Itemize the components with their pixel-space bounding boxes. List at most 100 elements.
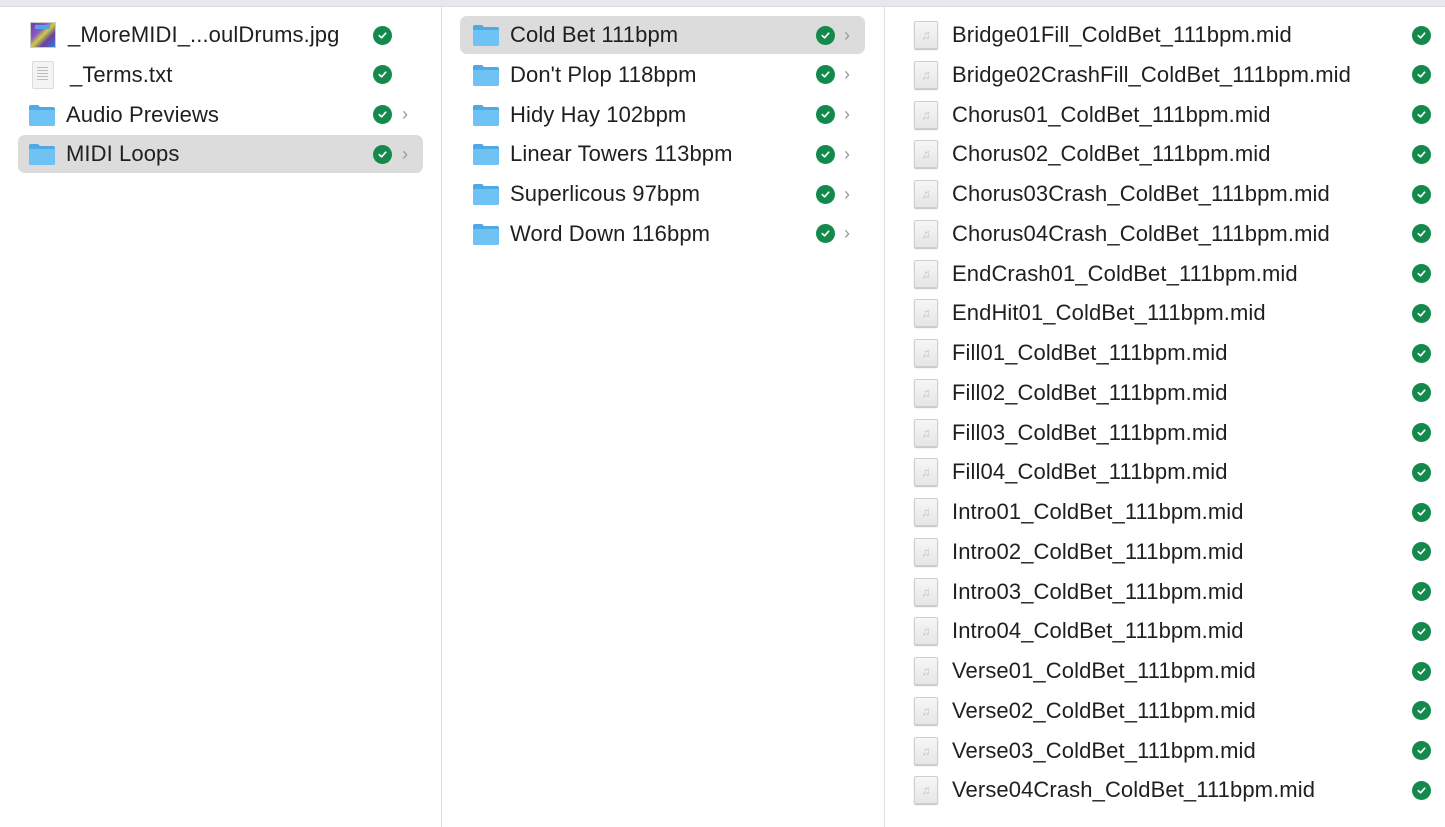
item-name: Superlicous 97bpm <box>510 181 701 206</box>
midi-file-icon: ♫ <box>914 736 938 765</box>
item-name: _Terms.txt <box>70 61 173 87</box>
chevron-right-icon: › <box>844 223 850 244</box>
sync-status-icon <box>373 25 392 45</box>
sync-status-icon <box>1412 65 1431 85</box>
folder-item[interactable]: Hidy Hay 102bpm › <box>460 96 865 134</box>
sync-status-icon <box>373 144 392 164</box>
file-item[interactable]: ♫ Fill02_ColdBet_111bpm.mid <box>903 374 1443 412</box>
sync-status-icon <box>816 105 835 124</box>
file-item[interactable]: ♫ EndCrash01_ColdBet_111bpm.mid <box>903 255 1443 293</box>
sync-status-icon <box>1412 224 1431 244</box>
chevron-right-icon: › <box>402 143 408 164</box>
file-item[interactable]: ♫ Verse01_ColdBet_111bpm.mid <box>903 652 1443 690</box>
item-name: Word Down 116bpm <box>510 220 711 246</box>
folder-item[interactable]: MIDI Loops › <box>18 135 423 174</box>
file-item[interactable]: ♫ Chorus03Crash_ColdBet_111bpm.mid <box>903 175 1443 213</box>
file-item[interactable]: ♫ Intro01_ColdBet_111bpm.mid <box>903 493 1443 531</box>
midi-file-icon: ♫ <box>914 657 938 685</box>
browser-column-3: ♫ Bridge01Fill_ColdBet_111bpm.mid ♫ Bridge0… <box>885 7 1445 827</box>
midi-file-icon: ♫ <box>914 498 938 526</box>
item-name: Audio Previews <box>66 101 220 127</box>
file-item[interactable]: ♫ Intro02_ColdBet_111bpm.mid <box>903 533 1443 571</box>
folder-icon <box>472 23 499 47</box>
item-name: EndHit01_ColdBet_111bpm.mid <box>952 300 1266 326</box>
file-item[interactable]: ♫ Fill04_ColdBet_111bpm.mid <box>903 453 1443 491</box>
midi-file-icon: ♫ <box>914 378 938 407</box>
item-name: Verse01_ColdBet_111bpm.mid <box>952 658 1256 683</box>
item-name: Intro02_ColdBet_111bpm.mid <box>952 538 1244 564</box>
item-name: Fill04_ColdBet_111bpm.mid <box>952 459 1228 485</box>
folder-item[interactable]: Audio Previews › <box>18 96 423 134</box>
midi-file-icon: ♫ <box>914 418 938 447</box>
folder-icon <box>472 103 499 127</box>
file-item[interactable]: ♫ Fill03_ColdBet_111bpm.mid <box>903 414 1443 452</box>
browser-column-2: Cold Bet 111bpm › Don't Plop 118bpm › Hidy H… <box>442 7 885 827</box>
sync-status-icon <box>1412 144 1431 164</box>
file-item[interactable]: ♫ Chorus02_ColdBet_111bpm.mid <box>903 135 1443 173</box>
window-top-edge <box>0 0 1445 7</box>
midi-file-icon: ♫ <box>914 339 938 367</box>
sync-status-icon <box>1412 264 1431 283</box>
file-item[interactable]: _Terms.txt <box>18 56 423 94</box>
folder-item[interactable]: Don't Plop 118bpm › <box>460 56 865 94</box>
item-name: Chorus02_ColdBet_111bpm.mid <box>952 141 1271 167</box>
item-name: Chorus03Crash_ColdBet_111bpm.mid <box>952 181 1330 206</box>
item-name: Bridge02CrashFill_ColdBet_111bpm.mid <box>952 61 1351 87</box>
midi-file-icon: ♫ <box>914 617 938 646</box>
midi-file-icon: ♫ <box>914 696 938 725</box>
file-item[interactable]: ♫ Intro03_ColdBet_111bpm.mid <box>903 573 1443 611</box>
file-item[interactable]: ♫ Fill01_ColdBet_111bpm.mid <box>903 334 1443 372</box>
midi-file-icon: ♫ <box>914 140 938 169</box>
item-name: Don't Plop 118bpm <box>510 61 697 87</box>
file-item[interactable]: ♫ Verse04Crash_ColdBet_111bpm.mid <box>903 771 1443 809</box>
sync-status-icon <box>816 65 835 85</box>
sync-status-icon <box>1412 462 1431 482</box>
file-item[interactable]: _MoreMIDI_...oulDrums.jpg <box>18 16 423 54</box>
folder-item[interactable]: Linear Towers 113bpm › <box>460 135 865 173</box>
item-name: Linear Towers 113bpm <box>510 141 733 167</box>
sync-status-icon <box>373 65 392 85</box>
item-name: Chorus01_ColdBet_111bpm.mid <box>952 101 1271 127</box>
file-item[interactable]: ♫ Bridge01Fill_ColdBet_111bpm.mid <box>903 16 1443 54</box>
item-name: Chorus04Crash_ColdBet_111bpm.mid <box>952 220 1330 246</box>
sync-status-icon <box>1412 502 1431 522</box>
sync-status-icon <box>1412 542 1431 562</box>
file-item[interactable]: ♫ Verse03_ColdBet_111bpm.mid <box>903 732 1443 770</box>
sync-status-icon <box>1412 343 1431 363</box>
chevron-right-icon: › <box>844 143 850 164</box>
folder-icon <box>28 142 55 166</box>
folder-item[interactable]: Word Down 116bpm › <box>460 215 865 253</box>
file-item[interactable]: ♫ Intro04_ColdBet_111bpm.mid <box>903 612 1443 650</box>
chevron-right-icon: › <box>844 183 850 204</box>
chevron-right-icon: › <box>844 104 850 124</box>
sync-status-icon <box>1412 582 1431 601</box>
image-thumbnail-icon <box>30 22 56 48</box>
sync-status-icon <box>1412 661 1431 681</box>
sync-status-icon <box>1412 184 1431 204</box>
file-item[interactable]: ♫ Verse02_ColdBet_111bpm.mid <box>903 692 1443 730</box>
midi-file-icon: ♫ <box>914 259 938 288</box>
file-item[interactable]: ♫ Chorus04Crash_ColdBet_111bpm.mid <box>903 215 1443 253</box>
file-item[interactable]: ♫ Bridge02CrashFill_ColdBet_111bpm.mid <box>903 56 1443 94</box>
midi-file-icon: ♫ <box>914 537 938 566</box>
item-name: Intro03_ColdBet_111bpm.mid <box>952 578 1244 604</box>
midi-file-icon: ♫ <box>914 21 938 49</box>
file-item[interactable]: ♫ EndHit01_ColdBet_111bpm.mid <box>903 294 1443 332</box>
folder-item[interactable]: Cold Bet 111bpm › <box>460 16 865 54</box>
item-name: Hidy Hay 102bpm <box>510 101 687 127</box>
folder-item[interactable]: Superlicous 97bpm › <box>460 175 865 213</box>
sync-status-icon <box>1412 303 1431 323</box>
sync-status-icon <box>1412 780 1431 800</box>
item-name: MIDI Loops <box>66 141 180 167</box>
sync-status-icon <box>1412 621 1431 641</box>
item-name: EndCrash01_ColdBet_111bpm.mid <box>952 260 1298 286</box>
midi-file-icon: ♫ <box>914 776 938 805</box>
item-name: Cold Bet 111bpm <box>510 22 679 47</box>
folder-icon <box>28 103 55 127</box>
midi-file-icon: ♫ <box>914 180 938 208</box>
file-item[interactable]: ♫ Chorus01_ColdBet_111bpm.mid <box>903 96 1443 134</box>
midi-file-icon: ♫ <box>914 60 938 89</box>
item-name: Verse04Crash_ColdBet_111bpm.mid <box>952 777 1316 803</box>
item-name: _MoreMIDI_...oulDrums.jpg <box>68 22 340 47</box>
item-name: Verse02_ColdBet_111bpm.mid <box>952 697 1256 723</box>
